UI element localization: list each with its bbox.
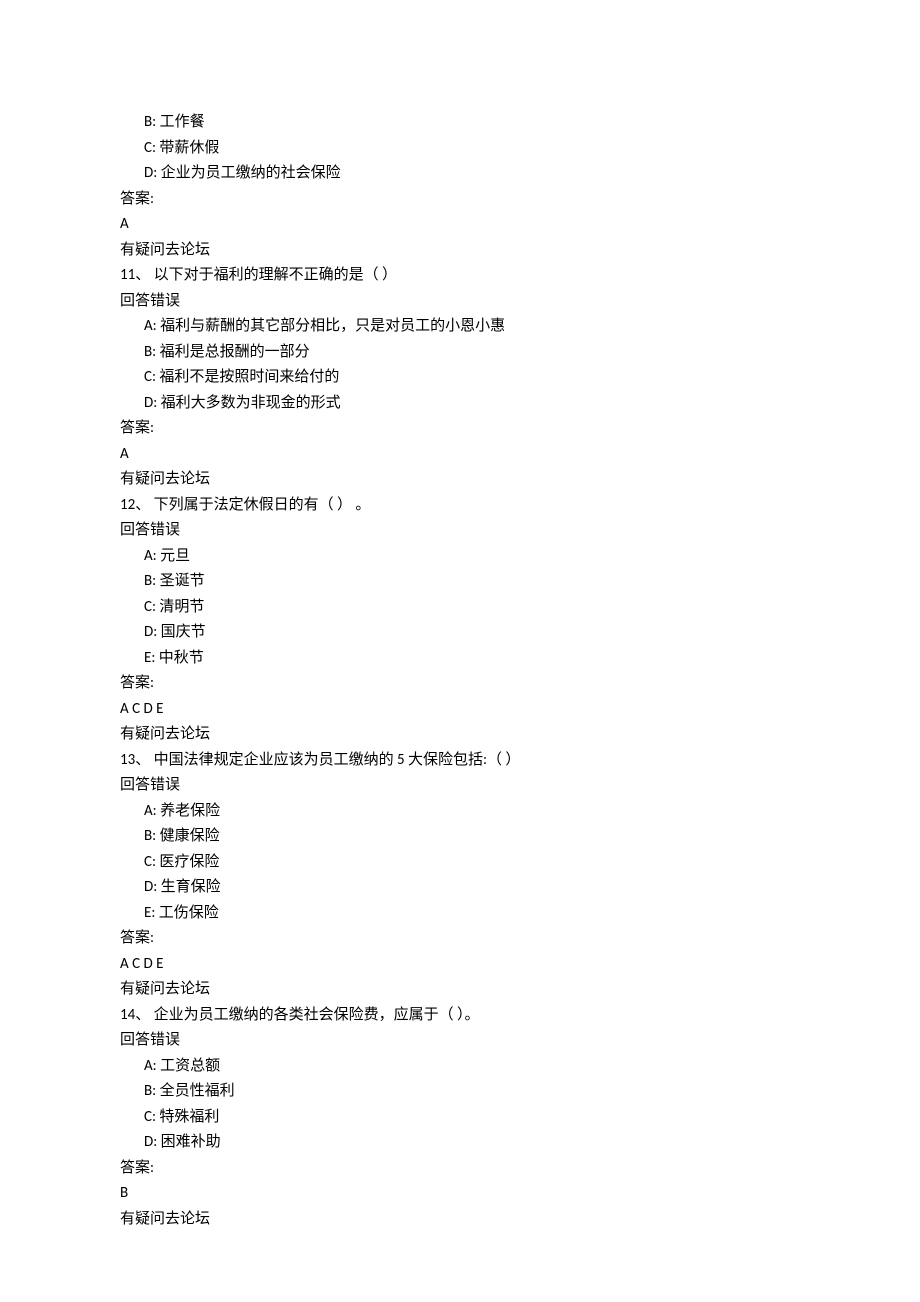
option-text: 健康保险 [160, 827, 220, 845]
option-a: A: 元旦 [120, 544, 800, 570]
option-label: C: [144, 139, 156, 157]
option-label: C: [144, 1108, 156, 1126]
option-text: 元旦 [160, 547, 190, 565]
option-text: 福利不是按照时间来给付的 [159, 368, 339, 386]
option-label: A: [144, 1057, 157, 1075]
option-label: B: [144, 343, 156, 361]
option-label: B: [144, 572, 156, 590]
option-a: A: 工资总额 [120, 1054, 800, 1080]
option-text: 中秋节 [159, 649, 204, 667]
forum-link[interactable]: 有疑问去论坛 [120, 238, 800, 264]
answer-value: B [120, 1181, 800, 1207]
question-14: 14、 企业为员工缴纳的各类社会保险费，应属于（ ）。 回答错误 A: 工资总额… [120, 1003, 800, 1233]
option-c: C: 福利不是按照时间来给付的 [120, 365, 800, 391]
question-text: 以下对于福利的理解不正确的是（ ） [154, 266, 397, 284]
answer-label: 答案: [120, 187, 800, 213]
option-d: D: 生育保险 [120, 875, 800, 901]
option-text: 养老保险 [160, 802, 220, 820]
option-d: D: 困难补助 [120, 1130, 800, 1156]
option-e: E: 中秋节 [120, 646, 800, 672]
option-text: 全员性福利 [160, 1082, 235, 1100]
question-text: 企业为员工缴纳的各类社会保险费，应属于（ ）。 [154, 1006, 480, 1024]
option-c: C: 特殊福利 [120, 1105, 800, 1131]
option-text: 医疗保险 [159, 853, 219, 871]
option-text: 工资总额 [160, 1057, 220, 1075]
question-stem: 14、 企业为员工缴纳的各类社会保险费，应属于（ ）。 [120, 1003, 800, 1029]
question-number: 13、 [120, 751, 150, 769]
forum-link[interactable]: 有疑问去论坛 [120, 467, 800, 493]
option-label: E: [144, 904, 155, 922]
question-text: 下列属于法定休假日的有（ ） 。 [154, 496, 371, 514]
answer-label: 答案: [120, 926, 800, 952]
status-text: 回答错误 [120, 773, 800, 799]
status-text: 回答错误 [120, 1028, 800, 1054]
question-stem: 11、 以下对于福利的理解不正确的是（ ） [120, 263, 800, 289]
question-12: 12、 下列属于法定休假日的有（ ） 。 回答错误 A: 元旦 B: 圣诞节 C… [120, 493, 800, 748]
option-label: A: [144, 547, 157, 565]
status-text: 回答错误 [120, 518, 800, 544]
option-label: D: [144, 1133, 157, 1151]
option-text: 企业为员工缴纳的社会保险 [161, 164, 341, 182]
option-text: 福利大多数为非现金的形式 [161, 394, 341, 412]
option-label: B: [144, 1082, 156, 1100]
option-text: 国庆节 [161, 623, 206, 641]
option-label: B: [144, 113, 156, 131]
option-d: D: 福利大多数为非现金的形式 [120, 391, 800, 417]
option-label: D: [144, 623, 157, 641]
option-b: B: 福利是总报酬的一部分 [120, 340, 800, 366]
option-d: D: 国庆节 [120, 620, 800, 646]
forum-link[interactable]: 有疑问去论坛 [120, 977, 800, 1003]
option-text: 特殊福利 [159, 1108, 219, 1126]
question-13: 13、 中国法律规定企业应该为员工缴纳的 5 大保险包括:（ ） 回答错误 A:… [120, 748, 800, 1003]
question-10-partial: B: 工作餐 C: 带薪休假 D: 企业为员工缴纳的社会保险 答案: A 有疑问… [120, 110, 800, 263]
question-11: 11、 以下对于福利的理解不正确的是（ ） 回答错误 A: 福利与薪酬的其它部分… [120, 263, 800, 493]
option-text: 工作餐 [160, 113, 205, 131]
question-number: 11、 [120, 266, 150, 284]
question-number: 14、 [120, 1006, 150, 1024]
status-text: 回答错误 [120, 289, 800, 315]
option-label: D: [144, 164, 157, 182]
answer-value: A C D E [120, 952, 800, 978]
option-label: A: [144, 317, 157, 335]
option-text: 福利与薪酬的其它部分相比，只是对员工的小恩小惠 [160, 317, 505, 335]
option-label: C: [144, 853, 156, 871]
option-label: E: [144, 649, 155, 667]
answer-value: A [120, 212, 800, 238]
question-stem: 13、 中国法律规定企业应该为员工缴纳的 5 大保险包括:（ ） [120, 748, 800, 774]
option-e: E: 工伤保险 [120, 901, 800, 927]
question-stem: 12、 下列属于法定休假日的有（ ） 。 [120, 493, 800, 519]
option-text: 工伤保险 [159, 904, 219, 922]
forum-link[interactable]: 有疑问去论坛 [120, 1207, 800, 1233]
question-number: 12、 [120, 496, 150, 514]
option-label: C: [144, 598, 156, 616]
option-a: A: 福利与薪酬的其它部分相比，只是对员工的小恩小惠 [120, 314, 800, 340]
option-text: 困难补助 [161, 1133, 221, 1151]
forum-link[interactable]: 有疑问去论坛 [120, 722, 800, 748]
answer-value: A C D E [120, 697, 800, 723]
answer-label: 答案: [120, 416, 800, 442]
option-text: 福利是总报酬的一部分 [160, 343, 310, 361]
option-label: C: [144, 368, 156, 386]
option-a: A: 养老保险 [120, 799, 800, 825]
option-c: C: 清明节 [120, 595, 800, 621]
option-b: B: 全员性福利 [120, 1079, 800, 1105]
option-text: 生育保险 [161, 878, 221, 896]
answer-label: 答案: [120, 1156, 800, 1182]
option-b: B: 工作餐 [120, 110, 800, 136]
option-label: D: [144, 394, 157, 412]
option-b: B: 圣诞节 [120, 569, 800, 595]
option-d: D: 企业为员工缴纳的社会保险 [120, 161, 800, 187]
question-text: 中国法律规定企业应该为员工缴纳的 5 大保险包括:（ ） [154, 751, 521, 769]
option-c: C: 带薪休假 [120, 136, 800, 162]
answer-value: A [120, 442, 800, 468]
answer-label: 答案: [120, 671, 800, 697]
option-text: 带薪休假 [159, 139, 219, 157]
option-text: 清明节 [159, 598, 204, 616]
option-label: A: [144, 802, 157, 820]
option-text: 圣诞节 [160, 572, 205, 590]
option-label: D: [144, 878, 157, 896]
option-b: B: 健康保险 [120, 824, 800, 850]
option-c: C: 医疗保险 [120, 850, 800, 876]
option-label: B: [144, 827, 156, 845]
